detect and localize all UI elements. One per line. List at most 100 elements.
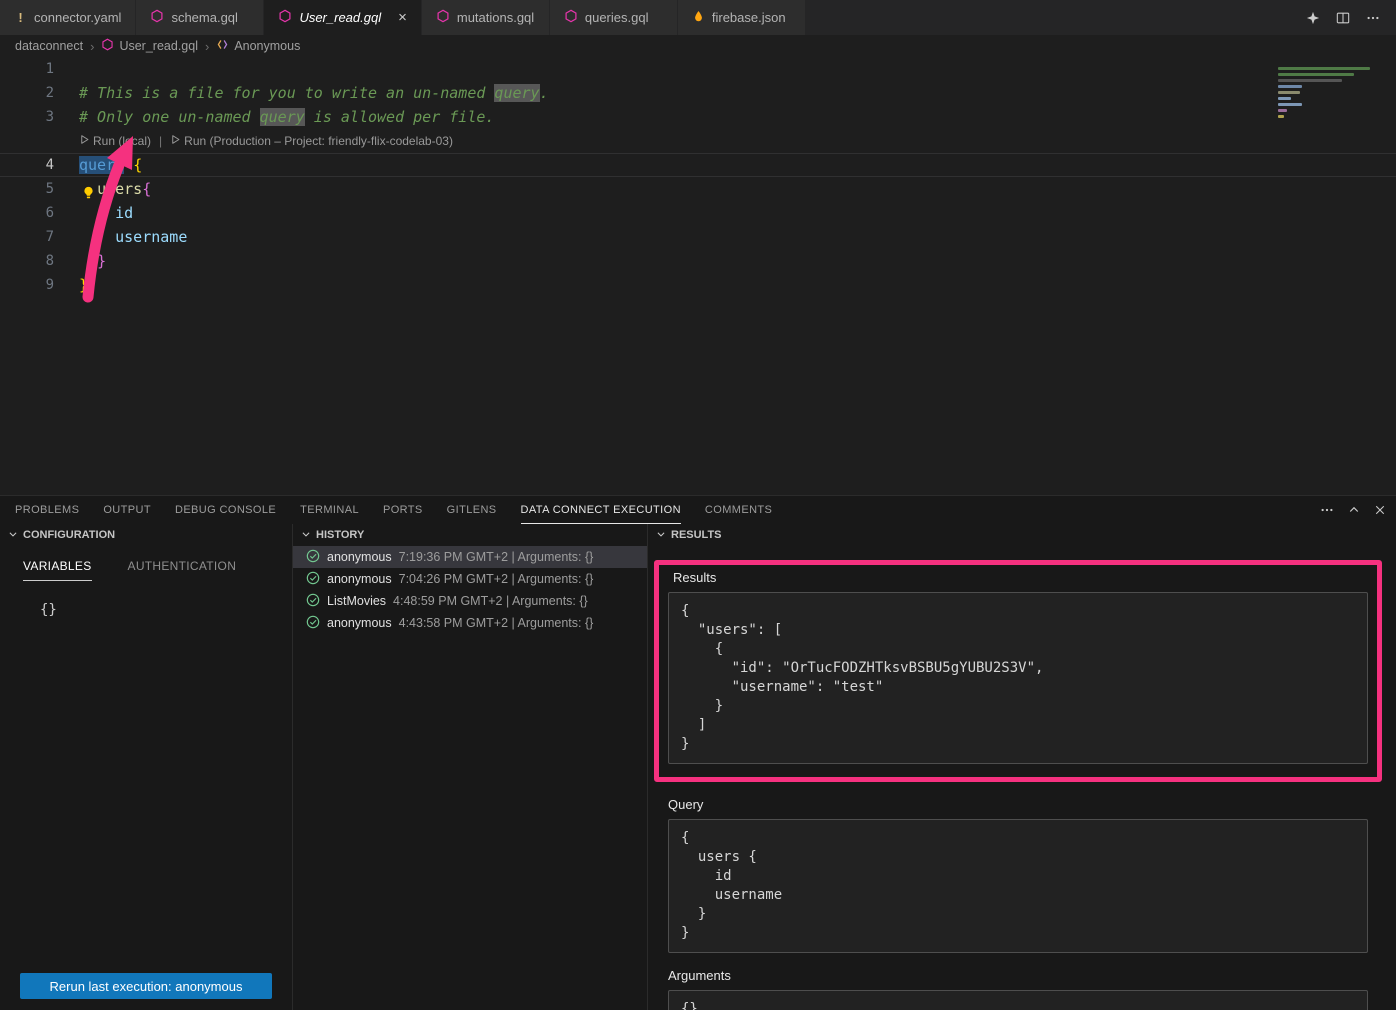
editor-actions	[1306, 0, 1396, 35]
query-code-block: { users { id username } }	[668, 819, 1368, 953]
history-section: HISTORY anonymous 7:19:36 PM GMT+2 | Arg…	[293, 524, 648, 1010]
field-username: username	[115, 228, 187, 246]
code-line-2: 2 # This is a file for you to write an u…	[0, 81, 1396, 105]
code-line-1: 1	[0, 57, 1396, 81]
query-label: Query	[668, 797, 1368, 812]
arguments-block-section: Arguments {}	[668, 968, 1368, 1010]
arguments-label: Arguments	[668, 968, 1368, 983]
panel-tab-gitlens[interactable]: GITLENS	[447, 496, 497, 524]
chevron-down-icon	[656, 529, 666, 542]
field-users: users	[97, 180, 142, 198]
history-item-name: ListMovies	[327, 594, 386, 608]
line-number: 9	[0, 273, 54, 297]
more-actions-icon[interactable]	[1320, 503, 1334, 517]
history-item-name: anonymous	[327, 572, 392, 586]
run-production-link[interactable]: Run (Production – Project: friendly-flix…	[170, 130, 453, 152]
symbol-icon	[216, 38, 229, 54]
panel-tab-debug-console[interactable]: DEBUG CONSOLE	[175, 496, 276, 524]
breadcrumb-file[interactable]: User_read.gql	[101, 38, 198, 54]
close-icon[interactable]: ×	[398, 10, 407, 25]
breadcrumb-dataconnect[interactable]: dataconnect	[15, 39, 83, 53]
results-header[interactable]: RESULTS	[648, 524, 1396, 546]
indent	[79, 204, 115, 222]
copilot-sparkle-icon[interactable]	[1306, 11, 1320, 25]
keyword-query-selected: query	[79, 156, 124, 174]
split-editor-icon[interactable]	[1336, 11, 1350, 25]
editor-tab-user-read-gql[interactable]: User_read.gql ×	[264, 0, 421, 35]
line-number: 8	[0, 249, 54, 273]
indent	[79, 228, 115, 246]
comment-text: # Only one un-named	[79, 108, 260, 126]
history-item[interactable]: anonymous 7:19:36 PM GMT+2 | Arguments: …	[293, 546, 647, 568]
history-item[interactable]: ListMovies 4:48:59 PM GMT+2 | Arguments:…	[293, 590, 647, 612]
comment-highlight: query	[494, 84, 539, 102]
code-line-5: 5 users{	[0, 177, 1396, 201]
more-actions-icon[interactable]	[1366, 11, 1380, 25]
configuration-header[interactable]: CONFIGURATION	[0, 524, 292, 546]
breadcrumb: dataconnect › User_read.gql › Anonymous	[0, 35, 1396, 57]
editor-tab-bar: ! connector.yaml schema.gql User_read.gq…	[0, 0, 1396, 35]
tab-label: queries.gql	[585, 10, 649, 25]
history-header[interactable]: HISTORY	[293, 524, 647, 546]
close-brace: }	[97, 252, 106, 270]
comment-highlight: query	[260, 108, 305, 126]
editor-tab-firebase-json[interactable]: firebase.json	[678, 0, 806, 35]
panel-tab-comments[interactable]: COMMENTS	[705, 496, 772, 524]
results-label: Results	[673, 570, 1368, 585]
open-brace: {	[133, 156, 142, 174]
rerun-last-execution-button[interactable]: Rerun last execution: anonymous	[20, 973, 272, 999]
variables-value[interactable]: {}	[40, 602, 292, 618]
tab-variables[interactable]: VARIABLES	[23, 559, 92, 581]
tab-label: connector.yaml	[34, 10, 121, 25]
editor-tab-connector-yaml[interactable]: ! connector.yaml	[0, 0, 136, 35]
breadcrumb-symbol[interactable]: Anonymous	[216, 38, 300, 54]
panel-tab-output[interactable]: OUTPUT	[103, 496, 151, 524]
panel-tab-data-connect-execution[interactable]: DATA CONNECT EXECUTION	[521, 496, 681, 524]
indent	[79, 252, 97, 270]
tab-authentication[interactable]: AUTHENTICATION	[128, 559, 237, 581]
tab-label: schema.gql	[171, 10, 237, 25]
comment-text: .	[540, 84, 549, 102]
firebase-icon	[692, 10, 705, 26]
open-brace: {	[142, 180, 151, 198]
editor-tab-queries-gql[interactable]: queries.gql	[550, 0, 678, 35]
check-circle-icon	[306, 571, 320, 588]
check-circle-icon	[306, 549, 320, 566]
chevron-down-icon	[8, 529, 18, 542]
graphql-icon	[278, 9, 292, 26]
line-number: 2	[0, 81, 54, 105]
panel-tab-problems[interactable]: PROBLEMS	[15, 496, 79, 524]
arguments-code-block: {}	[668, 990, 1368, 1010]
panel-tab-terminal[interactable]: TERMINAL	[300, 496, 359, 524]
codelens-row: Run (local) | Run (Production – Project:…	[0, 129, 1396, 153]
close-panel-icon[interactable]	[1374, 504, 1386, 516]
codelens-separator: |	[157, 130, 164, 152]
code-line-7: 7 username	[0, 225, 1396, 249]
bottom-panel: PROBLEMS OUTPUT DEBUG CONSOLE TERMINAL P…	[0, 495, 1396, 1010]
field-id: id	[115, 204, 133, 222]
line-number: 3	[0, 105, 54, 129]
line-number: 4	[0, 153, 54, 177]
history-item-detail: 4:43:58 PM GMT+2 | Arguments: {}	[399, 616, 594, 630]
graphql-icon	[564, 9, 578, 26]
chevron-right-icon: ›	[90, 39, 94, 54]
history-item[interactable]: anonymous 7:04:26 PM GMT+2 | Arguments: …	[293, 568, 647, 590]
minimap[interactable]	[1278, 61, 1390, 181]
panel-tab-ports[interactable]: PORTS	[383, 496, 423, 524]
maximize-panel-icon[interactable]	[1348, 504, 1360, 516]
code-line-8: 8 }	[0, 249, 1396, 273]
editor-tab-mutations-gql[interactable]: mutations.gql	[422, 0, 550, 35]
check-circle-icon	[306, 593, 320, 610]
code-line-3: 3 # Only one un-named query is allowed p…	[0, 105, 1396, 129]
configuration-tabs: VARIABLES AUTHENTICATION	[0, 546, 292, 581]
code-editor[interactable]: 1 2 # This is a file for you to write an…	[0, 57, 1396, 495]
history-item-detail: 4:48:59 PM GMT+2 | Arguments: {}	[393, 594, 588, 608]
editor-tab-schema-gql[interactable]: schema.gql	[136, 0, 264, 35]
history-item[interactable]: anonymous 4:43:58 PM GMT+2 | Arguments: …	[293, 612, 647, 634]
history-item-name: anonymous	[327, 616, 392, 630]
whitespace	[124, 156, 133, 174]
run-local-link[interactable]: Run (local)	[79, 130, 151, 152]
tab-label: firebase.json	[712, 10, 786, 25]
graphql-icon	[436, 9, 450, 26]
history-item-detail: 7:19:36 PM GMT+2 | Arguments: {}	[399, 550, 594, 564]
